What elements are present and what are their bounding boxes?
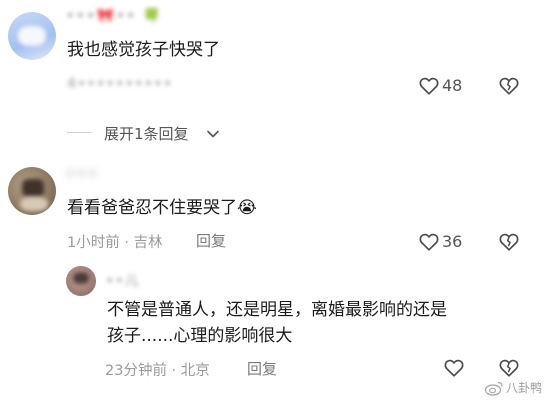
- broken-heart-icon: [499, 233, 519, 251]
- dislike-button[interactable]: [498, 75, 520, 97]
- comment-text: 看看爸爸忍不住要哭了😭: [67, 198, 257, 218]
- user-avatar[interactable]: [8, 167, 56, 215]
- like-button[interactable]: 48: [418, 74, 468, 98]
- comment-meta: 4••••••••••: [67, 76, 173, 92]
- broken-heart-icon: [499, 77, 519, 95]
- reply-button[interactable]: 回复: [247, 358, 277, 379]
- chevron-down-icon: [207, 130, 219, 138]
- heart-outline-icon: [419, 233, 439, 251]
- user-avatar[interactable]: [8, 12, 56, 60]
- heart-outline-icon: [444, 359, 464, 377]
- reply-button[interactable]: 回复: [196, 230, 226, 251]
- comment-text: 我也感觉孩子快哭了: [67, 40, 220, 60]
- comment-meta: 1小时前 · 吉林: [67, 235, 163, 251]
- heart-outline-icon: [419, 77, 439, 95]
- username[interactable]: •••🎀•• 🍀: [66, 8, 163, 24]
- divider-line: [67, 132, 92, 133]
- like-count: 36: [442, 232, 463, 251]
- comment-2: ••• 看看爸爸忍不住要哭了😭 1小时前 · 吉林 回复 36: [0, 160, 544, 260]
- watermark: 八卦鸭: [484, 376, 544, 400]
- username[interactable]: •••: [66, 166, 100, 182]
- like-button[interactable]: [443, 357, 465, 379]
- like-count: 48: [442, 76, 463, 95]
- username[interactable]: ••儿: [106, 270, 140, 289]
- reply-text-line-1: 不管是普通人，还是明星，离婚最影响的还是: [107, 300, 447, 320]
- reply-meta: 23分钟前 · 北京: [105, 363, 210, 379]
- watermark-text: 八卦鸭: [506, 381, 543, 395]
- reply-text-line-2: 孩子......心理的影响很大: [107, 326, 293, 346]
- dislike-button[interactable]: [498, 231, 520, 253]
- expand-replies[interactable]: 展开1条回复: [67, 122, 267, 144]
- reply-comment: ••儿 不管是普通人，还是明星，离婚最影响的还是 孩子......心理的影响很大…: [60, 262, 544, 382]
- like-button[interactable]: 36: [418, 230, 468, 254]
- comment-1: •••🎀•• 🍀 我也感觉孩子快哭了 4•••••••••• 48: [0, 0, 544, 110]
- user-avatar[interactable]: [66, 266, 96, 296]
- weibo-logo-icon: [484, 381, 503, 396]
- expand-replies-label[interactable]: 展开1条回复: [104, 123, 189, 144]
